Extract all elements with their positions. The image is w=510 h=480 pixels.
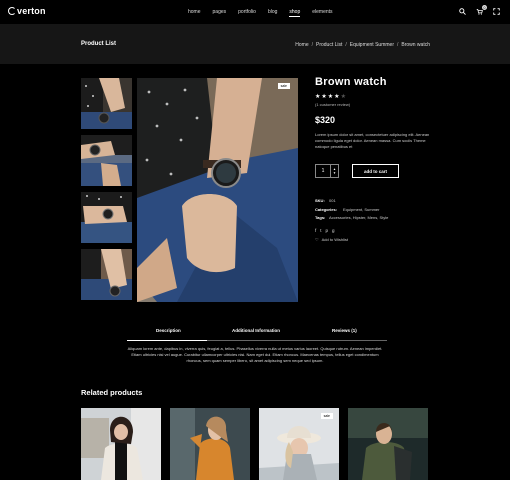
- twitter-icon[interactable]: t: [320, 228, 321, 233]
- main-product-image[interactable]: sale: [137, 78, 298, 302]
- product-description: Lorem ipsum dolor sit amet, consectetuer…: [315, 132, 430, 149]
- gallery-thumbnail-1[interactable]: [81, 78, 132, 129]
- facebook-icon[interactable]: f: [315, 228, 316, 233]
- star-empty-icon: ★: [340, 94, 347, 100]
- review-count-link[interactable]: (1 customer review): [315, 102, 435, 107]
- page-title: Product List: [81, 41, 117, 47]
- gallery-thumbnail-4[interactable]: [81, 249, 132, 300]
- breadcrumb: Home / Product List / Equipment Summer /…: [295, 42, 430, 48]
- product-meta: SKU: 001 Categories: Equipment, Summer Tag…: [315, 197, 435, 223]
- quantity-stepper[interactable]: 1 ▴ ▾: [315, 164, 339, 178]
- logo-text: verton: [17, 6, 46, 16]
- product-title: Brown watch: [315, 76, 387, 88]
- related-product-card-1[interactable]: [81, 408, 161, 480]
- wishlist-label: Add to Wishlist: [321, 236, 349, 242]
- menu-item-blog[interactable]: blog: [268, 9, 277, 17]
- tab-content: Aliquam lorem ante, dapibus in, viverra …: [127, 346, 383, 363]
- tags-value[interactable]: Accessories, Hipster, Mens, Style: [329, 215, 388, 220]
- menu-item-pages[interactable]: pages: [213, 9, 227, 17]
- menu-item-elements[interactable]: elements: [312, 9, 332, 17]
- breadcrumb-category[interactable]: Equipment Summer: [350, 42, 394, 48]
- tab-description[interactable]: Description: [156, 328, 181, 333]
- sale-badge: sale: [320, 413, 333, 419]
- gallery-thumbnail-2[interactable]: [81, 135, 132, 186]
- social-share: f t p g: [315, 228, 435, 233]
- pinterest-icon[interactable]: p: [326, 228, 329, 233]
- main-menu: home pages portfolio blog shop elements: [188, 9, 333, 17]
- heart-icon: ♡: [315, 236, 319, 242]
- breadcrumb-separator: /: [311, 42, 313, 48]
- sku-label: SKU:: [315, 198, 325, 203]
- tags-label: Tags:: [315, 215, 326, 220]
- breadcrumb-separator: /: [345, 42, 347, 48]
- related-products-heading: Related products: [81, 388, 143, 397]
- sale-badge: sale: [277, 83, 290, 89]
- breadcrumb-separator: /: [396, 42, 399, 48]
- cart-count-badge: 0: [482, 5, 487, 10]
- menu-item-home[interactable]: home: [188, 9, 201, 17]
- categories-value[interactable]: Equipment, Summer: [343, 207, 379, 212]
- product-tabs: Description Additional Information Revie…: [127, 327, 387, 341]
- breadcrumb-home[interactable]: Home: [295, 42, 308, 48]
- tab-reviews[interactable]: Reviews (1): [332, 328, 357, 333]
- breadcrumb-current: Brown watch: [401, 42, 430, 48]
- fullscreen-icon[interactable]: [493, 8, 500, 15]
- active-tab-indicator: [127, 340, 207, 341]
- sku-value: 001: [329, 198, 336, 203]
- add-to-cart-button[interactable]: add to cart: [352, 164, 399, 178]
- google-plus-icon[interactable]: g: [332, 228, 335, 233]
- tab-additional-information[interactable]: Additional Information: [232, 328, 280, 333]
- purchase-row: 1 ▴ ▾ add to cart: [315, 164, 435, 178]
- menu-item-shop[interactable]: shop: [289, 9, 301, 17]
- related-product-card-4[interactable]: [348, 408, 428, 480]
- quantity-arrows[interactable]: ▴ ▾: [330, 165, 338, 177]
- breadcrumb-product-list[interactable]: Product List: [316, 42, 342, 48]
- logo-mark-icon: [8, 7, 16, 15]
- page-header: Product List Home / Product List / Equip…: [0, 24, 510, 64]
- top-nav: verton home pages portfolio blog shop el…: [0, 0, 510, 24]
- product-price: $320: [315, 115, 336, 125]
- nav-icons: 0: [459, 5, 500, 15]
- search-icon[interactable]: [459, 8, 466, 15]
- cart-button[interactable]: 0: [476, 5, 487, 15]
- quantity-value[interactable]: 1: [316, 165, 330, 177]
- wishlist-link[interactable]: ♡ Add to Wishlist: [315, 237, 435, 242]
- gallery-thumbnail-3[interactable]: [81, 192, 132, 243]
- related-product-card-3[interactable]: sale: [259, 408, 339, 480]
- logo[interactable]: verton: [8, 6, 46, 16]
- related-product-card-2[interactable]: [170, 408, 250, 480]
- chevron-down-icon[interactable]: ▾: [334, 171, 336, 175]
- star-rating: ★★★★★: [315, 93, 435, 100]
- categories-label: Categories:: [315, 206, 338, 212]
- menu-item-portfolio[interactable]: portfolio: [238, 9, 256, 17]
- product-info: Brown watch ★★★★★ (1 customer review) $3…: [315, 76, 435, 242]
